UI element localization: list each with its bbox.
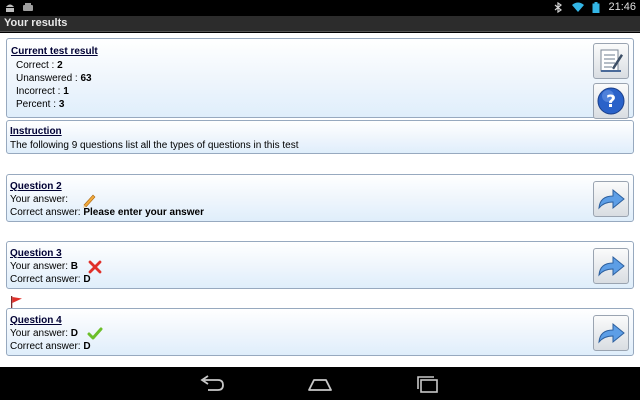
your-answer-row: Your answer: B [10, 261, 79, 272]
your-answer-value: D [70, 328, 79, 339]
wifi-icon [572, 2, 585, 12]
current-result-panel: Current test result Correct : 2 Unanswer… [6, 38, 634, 119]
redo-arrow-icon [598, 322, 625, 344]
svg-text:?: ? [606, 92, 616, 112]
back-icon[interactable] [198, 375, 226, 393]
bluetooth-icon [555, 1, 563, 13]
correct-answer-value: D [83, 274, 91, 285]
go-to-question-button[interactable] [593, 248, 629, 284]
instruction-title: Instruction [10, 126, 62, 137]
page-title: Your results [4, 17, 68, 29]
android-debug-icon [6, 4, 14, 12]
correct-answer-row: Correct answer: D [10, 274, 91, 285]
go-to-question-button[interactable] [593, 181, 629, 217]
correct-answer-value: D [83, 341, 91, 352]
home-icon[interactable] [306, 375, 334, 393]
correct-answer-value: Please enter your answer [83, 207, 204, 218]
question-title: Question 2 [10, 181, 62, 192]
question-panel[interactable]: Question 3 Your answer: B Correct answer… [6, 241, 634, 289]
title-bar: Your results [0, 16, 640, 32]
your-answer-row: Your answer: [10, 194, 68, 205]
help-button[interactable]: ? [593, 83, 629, 119]
question-title: Question 4 [10, 315, 62, 326]
red-flag-icon [11, 296, 22, 308]
result-title: Current test result [11, 46, 98, 57]
redo-arrow-icon [598, 188, 625, 210]
instruction-panel: Instruction The following 9 questions li… [6, 120, 634, 154]
correct-count: 2 [57, 60, 63, 71]
usb-icon [23, 3, 33, 11]
incorrect-count: 1 [63, 86, 69, 97]
notepad-pencil-icon [600, 49, 623, 72]
redo-arrow-icon [598, 255, 625, 277]
incorrect-count-row: Incorrect : 1 [16, 86, 69, 97]
unanswered-count-row: Unanswered : 63 [16, 73, 92, 84]
unanswered-count: 63 [80, 73, 92, 84]
correct-answer-row: Correct answer: Please enter your answer [10, 207, 204, 218]
clock: 21:46 [608, 1, 636, 13]
correct-count-row: Correct : 2 [16, 60, 63, 71]
percent-value: 3 [58, 99, 65, 110]
question-mark-icon: ? [597, 87, 625, 115]
recent-apps-icon[interactable] [414, 375, 442, 393]
notes-button[interactable] [593, 43, 629, 79]
correct-answer-row: Correct answer: D [10, 341, 91, 352]
instruction-text: The following 9 questions list all the t… [10, 140, 299, 151]
question-panel[interactable]: Question 2 Your answer: Correct answer: … [6, 174, 634, 222]
status-bar: 21:46 [0, 0, 640, 16]
question-title: Question 3 [10, 248, 62, 259]
question-panel[interactable]: Question 4 Your answer: D Correct answer… [6, 308, 634, 356]
your-answer-value: B [70, 261, 79, 272]
results-content[interactable]: Current test result Correct : 2 Unanswer… [0, 33, 640, 367]
navigation-bar [0, 367, 640, 400]
your-answer-row: Your answer: D [10, 328, 79, 339]
result-stats: Correct : 2 Unanswered : 63 Incorrect : … [16, 59, 92, 111]
go-to-question-button[interactable] [593, 315, 629, 351]
battery-icon [592, 1, 600, 13]
percent-row: Percent : 3 [16, 99, 65, 110]
